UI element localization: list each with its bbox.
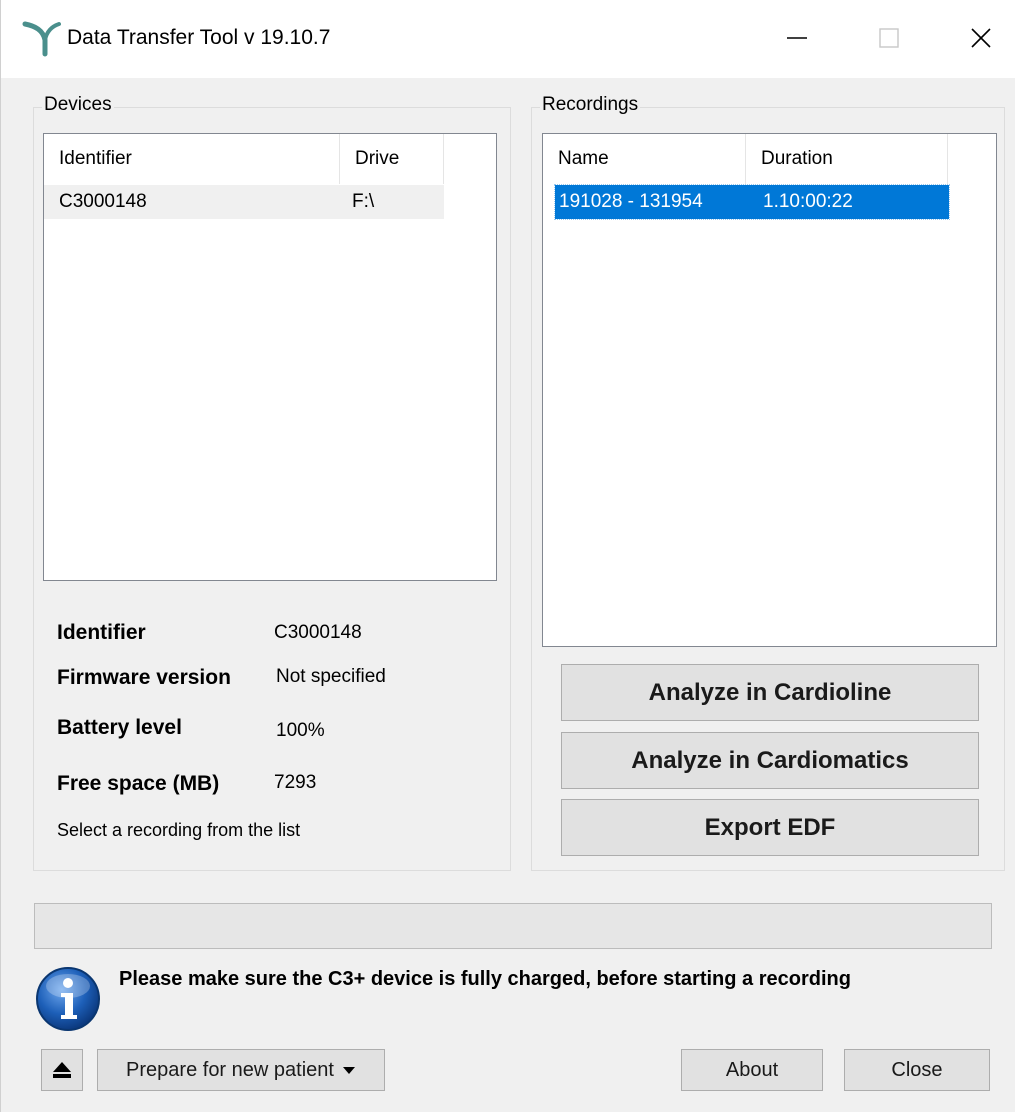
close-window-button[interactable] bbox=[951, 14, 1011, 62]
recording-duration-cell: 1.10:00:22 bbox=[763, 191, 853, 212]
title-bar: Data Transfer Tool v 19.10.7 bbox=[1, 0, 1015, 78]
window-title: Data Transfer Tool v 19.10.7 bbox=[67, 26, 331, 49]
battery-label: Battery level bbox=[57, 716, 182, 739]
close-button[interactable]: Close bbox=[844, 1049, 990, 1091]
analyze-cardiomatics-button[interactable]: Analyze in Cardiomatics bbox=[561, 732, 979, 789]
recording-row[interactable]: 191028 - 131954 1.10:00:22 bbox=[554, 184, 950, 220]
firmware-value: Not specified bbox=[276, 666, 386, 687]
column-header-drive[interactable]: Drive bbox=[340, 134, 444, 184]
eject-icon bbox=[53, 1062, 71, 1078]
identifier-label: Identifier bbox=[57, 621, 146, 644]
devices-list[interactable]: Identifier Drive C3000148 F:\ bbox=[43, 133, 497, 581]
close-icon bbox=[971, 28, 991, 48]
devices-list-header: Identifier Drive bbox=[44, 134, 444, 184]
recordings-group-title: Recordings bbox=[540, 94, 641, 116]
recording-name-cell: 191028 - 131954 bbox=[559, 191, 703, 212]
column-header-identifier[interactable]: Identifier bbox=[44, 134, 340, 184]
minimize-icon bbox=[787, 37, 807, 39]
recordings-list[interactable]: Name Duration 191028 - 131954 1.10:00:22 bbox=[542, 133, 997, 647]
device-identifier-cell: C3000148 bbox=[59, 191, 147, 212]
prepare-new-patient-label: Prepare for new patient bbox=[126, 1058, 334, 1081]
prepare-new-patient-button[interactable]: Prepare for new patient bbox=[97, 1049, 385, 1091]
chevron-down-icon bbox=[342, 1067, 355, 1074]
device-row[interactable]: C3000148 F:\ bbox=[44, 185, 444, 219]
export-edf-button[interactable]: Export EDF bbox=[561, 799, 979, 856]
firmware-label: Firmware version bbox=[57, 666, 231, 689]
selection-hint: Select a recording from the list bbox=[57, 820, 301, 840]
eject-button[interactable] bbox=[41, 1049, 83, 1091]
minimize-button[interactable] bbox=[767, 14, 827, 62]
charge-notice: Please make sure the C3+ device is fully… bbox=[119, 968, 851, 990]
app-logo-icon bbox=[22, 21, 61, 57]
recordings-list-header: Name Duration bbox=[543, 134, 948, 184]
free-space-label: Free space (MB) bbox=[57, 772, 220, 795]
about-button[interactable]: About bbox=[681, 1049, 823, 1091]
devices-group-title: Devices bbox=[42, 94, 114, 116]
info-icon bbox=[36, 967, 100, 1031]
battery-value: 100% bbox=[276, 720, 325, 741]
maximize-icon bbox=[879, 28, 899, 48]
column-header-duration[interactable]: Duration bbox=[746, 134, 948, 184]
analyze-cardioline-button[interactable]: Analyze in Cardioline bbox=[561, 664, 979, 721]
identifier-value: C3000148 bbox=[274, 622, 362, 643]
maximize-button[interactable] bbox=[859, 14, 919, 62]
progress-bar bbox=[34, 903, 992, 949]
column-header-name[interactable]: Name bbox=[543, 134, 746, 184]
main-window: Data Transfer Tool v 19.10.7 Devices Ide… bbox=[0, 0, 1015, 1112]
free-space-value: 7293 bbox=[274, 772, 317, 793]
device-drive-cell: F:\ bbox=[352, 191, 375, 212]
